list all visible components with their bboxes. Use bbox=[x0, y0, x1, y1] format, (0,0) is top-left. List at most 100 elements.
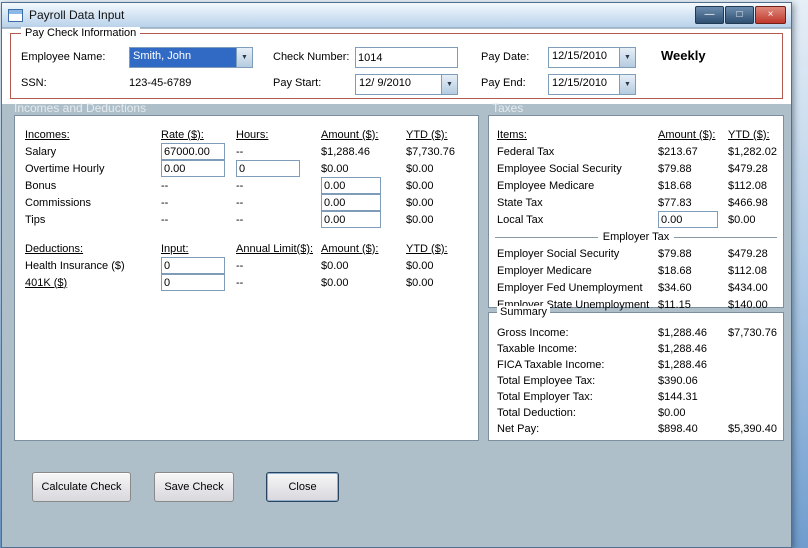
tax-ytd: $479.28 bbox=[728, 162, 768, 175]
maximize-button[interactable]: □ bbox=[725, 6, 754, 24]
employer-tax-header: Employer Tax bbox=[602, 231, 670, 243]
income-name: Tips bbox=[25, 213, 46, 226]
title-bar: Payroll Data Input — □ × bbox=[2, 3, 791, 28]
pay-date-value: 12/15/2010 bbox=[552, 50, 608, 62]
employee-name-dropdown[interactable]: Smith, John ▼ bbox=[129, 47, 253, 68]
income-name: Bonus bbox=[25, 179, 57, 192]
summary-row-net-pay: Net Pay: $898.40 $5,390.40 bbox=[489, 421, 783, 437]
income-name: Salary bbox=[25, 145, 57, 158]
bonus-amount-input[interactable] bbox=[321, 177, 381, 194]
minimize-button[interactable]: — bbox=[695, 6, 724, 24]
income-hours: -- bbox=[236, 145, 244, 158]
income-rate: -- bbox=[161, 196, 169, 209]
summary-amount: $1,288.46 bbox=[658, 327, 707, 339]
deduction-name: 401K ($) bbox=[25, 276, 68, 289]
pay-frequency-label: Weekly bbox=[661, 48, 706, 63]
pay-end-datepicker[interactable]: 12/15/2010 ▼ bbox=[548, 74, 636, 95]
items-header: Items: bbox=[497, 128, 527, 141]
tax-name: Employer Medicare bbox=[497, 264, 592, 277]
close-button[interactable]: Close bbox=[266, 472, 339, 502]
ytd-header: YTD ($): bbox=[728, 128, 770, 141]
tax-row-state: State Tax $77.83 $466.98 bbox=[489, 194, 783, 211]
tax-ytd: $140.00 bbox=[728, 298, 768, 311]
hours-header: Hours: bbox=[236, 128, 269, 141]
income-name: Commissions bbox=[25, 196, 92, 209]
summary-name: Net Pay: bbox=[497, 423, 540, 435]
tax-row-local: Local Tax $0.00 bbox=[489, 211, 783, 228]
income-ytd: $0.00 bbox=[406, 179, 434, 192]
tax-ytd: $479.28 bbox=[728, 247, 768, 260]
summary-row-total-deduction: Total Deduction: $0.00 bbox=[489, 405, 783, 421]
pay-start-value: 12/ 9/2010 bbox=[359, 77, 411, 89]
income-row-commissions: Commissions -- -- $0.00 bbox=[15, 194, 478, 211]
calculate-check-button[interactable]: Calculate Check bbox=[32, 472, 131, 502]
chevron-down-icon[interactable]: ▼ bbox=[619, 75, 635, 94]
income-rate: -- bbox=[161, 179, 169, 192]
tax-amount: $79.88 bbox=[658, 247, 692, 260]
chevron-down-icon[interactable]: ▼ bbox=[441, 75, 457, 94]
summary-row-total-employee-tax: Total Employee Tax: $390.06 bbox=[489, 373, 783, 389]
local-tax-input[interactable] bbox=[658, 211, 718, 228]
amount-header: Amount ($): bbox=[658, 128, 716, 141]
income-ytd: $0.00 bbox=[406, 196, 434, 209]
summary-amount: $1,288.46 bbox=[658, 343, 707, 355]
income-name: Overtime Hourly bbox=[25, 162, 105, 175]
tax-amount: $213.67 bbox=[658, 145, 698, 158]
income-rate: -- bbox=[161, 213, 169, 226]
close-window-button[interactable]: × bbox=[755, 6, 786, 24]
income-ytd: $0.00 bbox=[406, 162, 434, 175]
tips-amount-input[interactable] bbox=[321, 211, 381, 228]
save-check-button[interactable]: Save Check bbox=[154, 472, 234, 502]
tax-row-employee-medicare: Employee Medicare $18.68 $112.08 bbox=[489, 177, 783, 194]
commissions-amount-input[interactable] bbox=[321, 194, 381, 211]
pay-start-datepicker[interactable]: 12/ 9/2010 ▼ bbox=[355, 74, 458, 95]
tax-name: Employee Social Security bbox=[497, 162, 622, 175]
tax-ytd: $112.08 bbox=[728, 179, 767, 192]
pay-date-datepicker[interactable]: 12/15/2010 ▼ bbox=[548, 47, 636, 68]
401k-input[interactable] bbox=[161, 274, 225, 291]
income-row-bonus: Bonus -- -- $0.00 bbox=[15, 177, 478, 194]
summary-amount: $144.31 bbox=[658, 391, 698, 403]
pay-date-label: Pay Date: bbox=[481, 51, 530, 63]
summary-ytd: $7,730.76 bbox=[728, 327, 777, 339]
summary-amount: $390.06 bbox=[658, 375, 698, 387]
deduction-limit: -- bbox=[236, 276, 244, 289]
chevron-down-icon[interactable]: ▼ bbox=[236, 48, 252, 67]
tax-row-employer-social-security: Employer Social Security $79.88 $479.28 bbox=[489, 245, 783, 262]
tax-row-employer-fed-unemployment: Employer Fed Unemployment $34.60 $434.00 bbox=[489, 279, 783, 296]
summary-amount: $898.40 bbox=[658, 423, 698, 435]
salary-rate-input[interactable] bbox=[161, 143, 225, 160]
employee-name-value: Smith, John bbox=[130, 48, 236, 67]
health-insurance-input[interactable] bbox=[161, 257, 225, 274]
tax-row-employer-medicare: Employer Medicare $18.68 $112.08 bbox=[489, 262, 783, 279]
income-ytd: $0.00 bbox=[406, 213, 434, 226]
chevron-down-icon[interactable]: ▼ bbox=[619, 48, 635, 67]
check-number-input[interactable] bbox=[355, 47, 458, 68]
taxes-panel: Items: Amount ($): YTD ($): Federal Tax … bbox=[488, 115, 784, 311]
pay-check-info-legend: Pay Check Information bbox=[21, 27, 141, 39]
income-row-tips: Tips -- -- $0.00 bbox=[15, 211, 478, 228]
summary-ytd: $5,390.40 bbox=[728, 423, 777, 435]
summary-legend: Summary bbox=[497, 306, 551, 318]
overtime-hours-input[interactable] bbox=[236, 160, 300, 177]
income-amount: $1,288.46 bbox=[321, 145, 370, 158]
tax-name: Federal Tax bbox=[497, 145, 555, 158]
summary-name: Total Deduction: bbox=[497, 407, 576, 419]
summary-row-total-employer-tax: Total Employer Tax: $144.31 bbox=[489, 389, 783, 405]
tax-name: Employee Medicare bbox=[497, 179, 595, 192]
deduction-row-health-insurance: Health Insurance ($) -- $0.00 $0.00 bbox=[15, 257, 478, 274]
income-row-overtime: Overtime Hourly $0.00 $0.00 bbox=[15, 160, 478, 177]
tax-name: State Tax bbox=[497, 196, 543, 209]
summary-row-fica: FICA Taxable Income: $1,288.46 bbox=[489, 357, 783, 373]
payroll-window: Payroll Data Input — □ × Pay Check Infor… bbox=[1, 2, 792, 548]
taxes-section-header: Taxes bbox=[492, 101, 524, 115]
incomes-deductions-section-header: Incomes and Deductions bbox=[14, 101, 147, 115]
overtime-rate-input[interactable] bbox=[161, 160, 225, 177]
tax-ytd: $466.98 bbox=[728, 196, 768, 209]
deductions-header-row: Deductions: Input: Annual Limit($): Amou… bbox=[15, 240, 478, 257]
summary-group: Summary Gross Income: $1,288.46 $7,730.7… bbox=[488, 306, 784, 441]
incomes-header: Incomes: bbox=[25, 128, 70, 141]
income-hours: -- bbox=[236, 196, 244, 209]
ssn-label: SSN: bbox=[21, 77, 47, 89]
check-number-label: Check Number: bbox=[273, 51, 350, 63]
